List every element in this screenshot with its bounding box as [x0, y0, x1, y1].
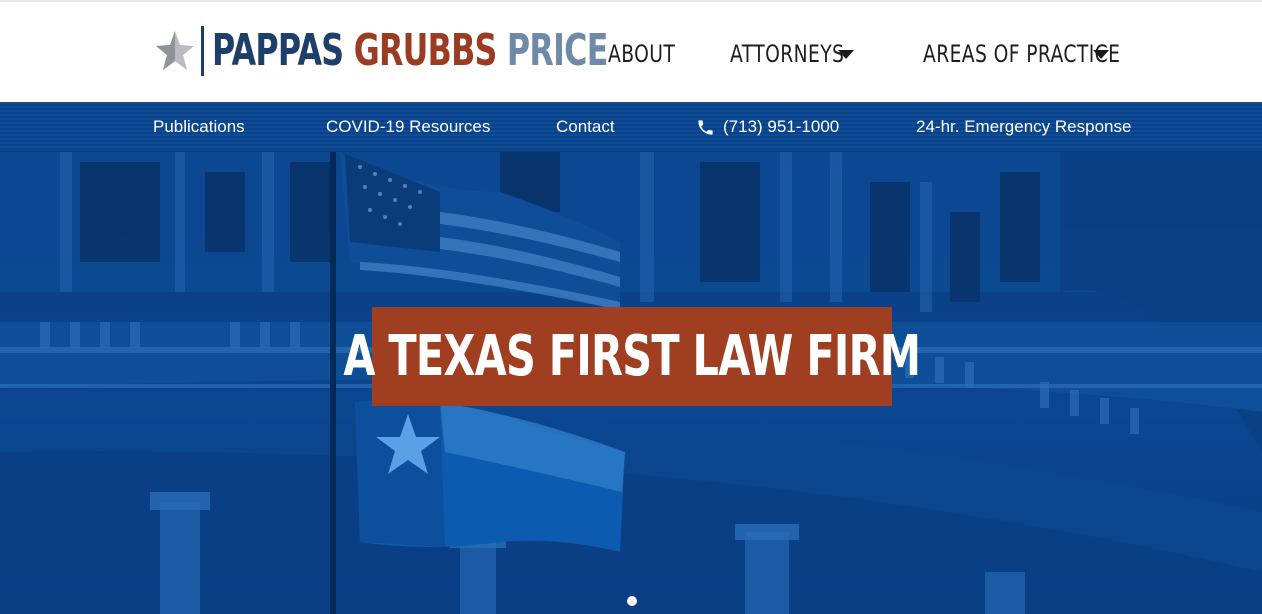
- link-phone[interactable]: (713) 951-1000: [696, 102, 839, 152]
- nav-attorneys-label: ATTORNEYS: [730, 40, 845, 68]
- nav-areas-of-practice-label: AREAS OF PRACTICE: [923, 40, 1121, 68]
- phone-icon: [698, 119, 713, 135]
- site-header: PAPPAS GRUBBS PRICE ABOUT ATTORNEYS AREA…: [0, 0, 1262, 102]
- utility-nav: Publications COVID-19 Resources Contact …: [0, 102, 1262, 152]
- phone-number: (713) 951-1000: [723, 117, 840, 136]
- hero-slider: A TEXAS FIRST LAW FIRM: [0, 152, 1262, 614]
- caret-down-icon: [1093, 49, 1109, 59]
- link-contact[interactable]: Contact: [556, 102, 615, 152]
- main-nav: ABOUT ATTORNEYS AREAS OF PRACTICE: [0, 36, 1262, 72]
- nav-attorneys-dropdown[interactable]: [838, 36, 854, 72]
- hero-headline-banner: A TEXAS FIRST LAW FIRM: [344, 307, 921, 406]
- caret-down-icon: [838, 49, 854, 59]
- nav-about-label: ABOUT: [608, 40, 676, 68]
- nav-areas-of-practice-dropdown[interactable]: [1093, 36, 1109, 72]
- slider-dot[interactable]: [627, 596, 637, 606]
- nav-areas-of-practice[interactable]: AREAS OF PRACTICE: [923, 36, 1176, 72]
- link-publications[interactable]: Publications: [153, 102, 245, 152]
- nav-attorneys[interactable]: ATTORNEYS: [730, 36, 877, 72]
- hero-headline: A TEXAS FIRST LAW FIRM: [343, 324, 922, 389]
- link-covid-resources[interactable]: COVID-19 Resources: [326, 102, 490, 152]
- nav-about[interactable]: ABOUT: [608, 36, 694, 72]
- link-emergency-response[interactable]: 24-hr. Emergency Response: [916, 102, 1131, 152]
